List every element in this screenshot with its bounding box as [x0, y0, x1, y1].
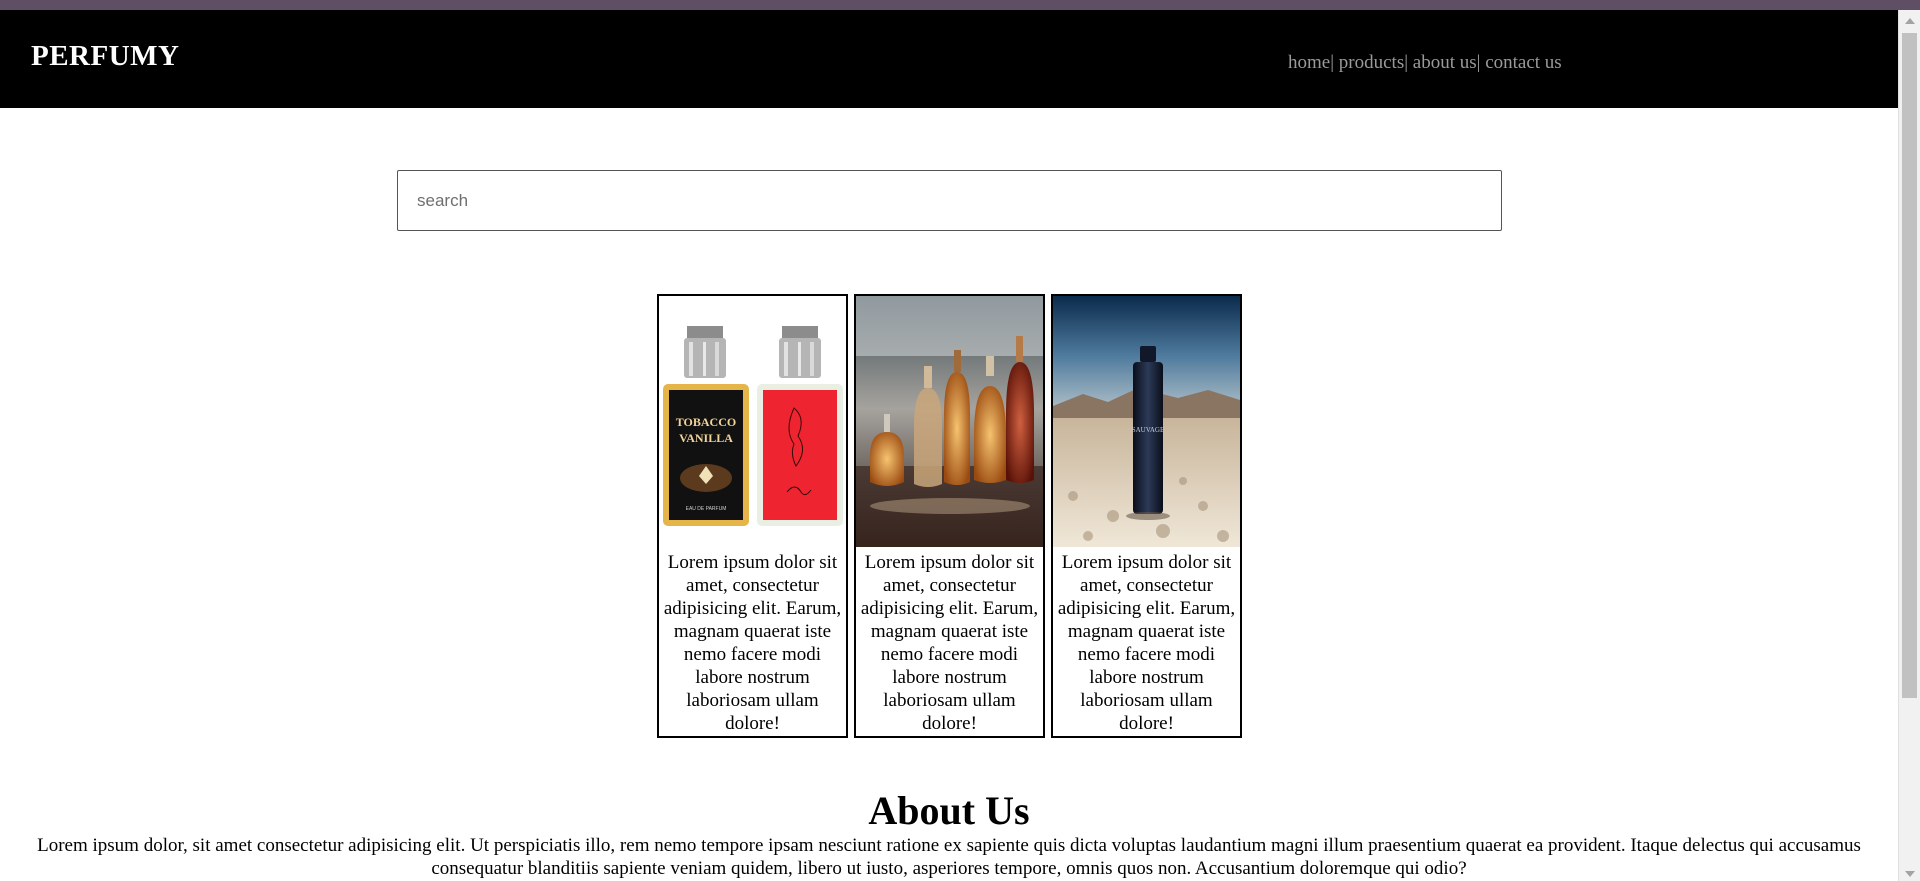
product-card[interactable]: SAUVAGE Lorem ipsum dolor sit amet, cons…: [1051, 294, 1242, 738]
nav-link-contact[interactable]: contact us: [1485, 52, 1562, 73]
bottle-label: SAUVAGE: [1132, 426, 1165, 434]
product-caption: Lorem ipsum dolor sit amet, consectetur …: [663, 552, 842, 734]
nav-links: home| products| about us| contact us: [1288, 52, 1562, 74]
vertical-scrollbar[interactable]: [1898, 10, 1920, 881]
perfume-desert-image: SAUVAGE: [1053, 296, 1240, 547]
product-caption: Lorem ipsum dolor sit amet, consectetur …: [860, 552, 1039, 734]
bottle-label-line-1: TOBACCO: [676, 415, 736, 429]
scroll-down-arrow-icon[interactable]: [1905, 871, 1915, 877]
nav-separator: |: [1476, 52, 1481, 73]
nav-link-products[interactable]: products: [1339, 52, 1404, 73]
perfume-pair-image: TOBACCO VANILLA EAU DE PARFUM: [659, 296, 846, 547]
nav-separator: |: [1330, 52, 1335, 73]
scrollbar-thumb[interactable]: [1902, 33, 1917, 698]
product-caption: Lorem ipsum dolor sit amet, consectetur …: [1057, 552, 1236, 734]
perfume-collection-image: [856, 296, 1043, 547]
product-card[interactable]: Lorem ipsum dolor sit amet, consectetur …: [854, 294, 1045, 738]
bottle-label-line-3: EAU DE PARFUM: [686, 506, 727, 512]
window-top-strip: [0, 0, 1920, 10]
product-card[interactable]: TOBACCO VANILLA EAU DE PARFUM Lorem ipsu…: [657, 294, 848, 738]
nav-link-about[interactable]: about us: [1413, 52, 1477, 73]
nav-separator: |: [1404, 52, 1409, 73]
about-us-text: Lorem ipsum dolor, sit amet consectetur …: [37, 835, 1861, 879]
navbar: PERFUMY home| products| about us| contac…: [0, 10, 1898, 108]
nav-link-home[interactable]: home: [1288, 52, 1330, 73]
about-us-heading: About Us: [868, 788, 1030, 833]
search-input[interactable]: [397, 170, 1502, 231]
brand-logo[interactable]: PERFUMY: [31, 40, 179, 73]
scroll-up-arrow-icon[interactable]: [1905, 18, 1915, 24]
bottle-label-line-2: VANILLA: [679, 431, 733, 445]
